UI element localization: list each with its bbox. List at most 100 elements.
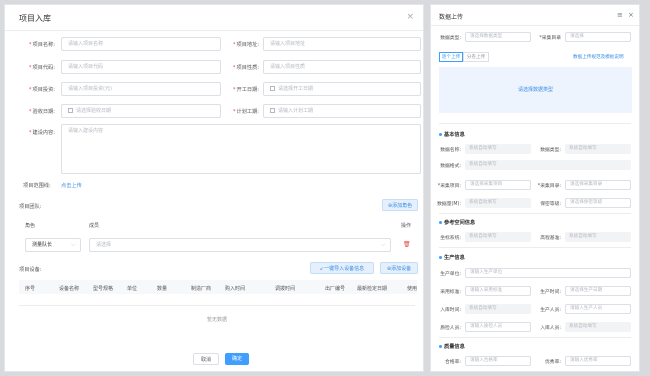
data-format-field: 系统自动填写 bbox=[465, 160, 631, 170]
delete-icon[interactable]: 🗑 bbox=[403, 241, 411, 248]
calendar-icon bbox=[270, 86, 275, 91]
data-type-select[interactable]: 请选择数据类型 bbox=[465, 32, 531, 42]
divider bbox=[439, 337, 631, 338]
divider bbox=[5, 30, 423, 31]
col-check-date: 最新检定日期 bbox=[357, 286, 388, 292]
project-code-input[interactable]: 请输入项目代码 bbox=[61, 60, 221, 74]
project-address-label: *项目地址: bbox=[232, 42, 259, 48]
upload-scope-link[interactable]: 点击上传 bbox=[61, 182, 82, 189]
section-quality: 质量信息 bbox=[439, 343, 465, 350]
section-production: 生产信息 bbox=[439, 254, 465, 261]
pass-rate-input[interactable]: 请输入合格率 bbox=[465, 356, 531, 366]
start-date-label: *开工日期: bbox=[232, 87, 259, 93]
excellent-rate-label: 优秀率: bbox=[544, 360, 561, 365]
prod-person-label: 生产人员: bbox=[540, 308, 561, 313]
col-role: 角色 bbox=[25, 223, 36, 229]
prod-unit-label: 生产单位: bbox=[440, 272, 461, 277]
divider bbox=[431, 25, 639, 26]
dialog-title: 项目入库 bbox=[19, 14, 51, 23]
project-invest-label: *项目投资: bbox=[28, 87, 55, 93]
standard-label: 采用标准: bbox=[440, 290, 461, 295]
project-invest-input[interactable]: 请输入项目投资(元) bbox=[61, 82, 221, 96]
collect-dir-label: *采集目录: bbox=[537, 184, 561, 189]
elev-label: 高程基准: bbox=[540, 236, 561, 241]
plan-period-input[interactable]: 请输入计划工期 bbox=[263, 104, 421, 118]
project-code-label: *项目代码: bbox=[28, 65, 55, 71]
col-model: 型号规格 bbox=[93, 286, 114, 292]
secret-level-select[interactable]: 请选择保密等级 bbox=[565, 198, 631, 208]
col-serial: 出厂编号 bbox=[325, 286, 346, 292]
coord-label: 坐标系统: bbox=[440, 236, 461, 241]
member-select[interactable]: 请选择 ⌵ bbox=[89, 238, 391, 252]
menu-icon[interactable]: ≡ bbox=[617, 11, 623, 19]
prod-person-input[interactable]: 请输入生产人员 bbox=[565, 304, 631, 314]
cancel-button[interactable]: 取消 bbox=[193, 353, 219, 365]
secret-level-label: 保密等级: bbox=[540, 202, 561, 207]
spec-link[interactable]: 数据上传规范及模板说明 bbox=[573, 54, 624, 60]
plan-period-label: *计划工期: bbox=[232, 109, 259, 115]
empty-text: 暂无数据 bbox=[207, 317, 228, 323]
prod-unit-input[interactable]: 请输入生产单位 bbox=[465, 268, 631, 278]
start-date-picker[interactable]: 请选择开工日期 bbox=[263, 82, 421, 96]
role-select[interactable]: 测量队长 ⌵ bbox=[25, 238, 81, 252]
team-label: 项目团队: bbox=[19, 204, 42, 210]
collect-dir-select[interactable]: 请选择采集目录 bbox=[565, 180, 631, 190]
section-basic: 基本信息 bbox=[439, 131, 465, 138]
data-upload-panel: 数据上传 ≡ × 数据类型: 请选择数据类型 *采集目录 请选择 逐个上传 分卷… bbox=[430, 4, 640, 372]
divider bbox=[439, 247, 631, 248]
data-format-label: 数据格式: bbox=[440, 164, 461, 169]
col-use: 使用 bbox=[407, 286, 418, 292]
col-op: 操作 bbox=[401, 223, 412, 229]
excellent-rate-input[interactable]: 请输入优秀率 bbox=[565, 356, 631, 366]
content-label: *建设内容: bbox=[28, 130, 55, 136]
data-kind-field: 系统自动填写 bbox=[565, 144, 631, 154]
qc-person-input[interactable]: 请输入质检人员 bbox=[465, 322, 531, 332]
accept-date-picker[interactable]: 请选择验收日期 bbox=[61, 104, 221, 118]
project-nature-input[interactable]: 请输入项目性质 bbox=[263, 60, 421, 74]
section-reference: 参考空间信息 bbox=[439, 219, 475, 226]
tab-single-upload[interactable]: 逐个上传 bbox=[439, 52, 463, 62]
chevron-down-icon: ⌵ bbox=[71, 242, 75, 248]
chevron-down-icon: ⌵ bbox=[381, 242, 385, 248]
add-equipment-button[interactable]: ⊕添加设备 bbox=[380, 262, 418, 274]
import-equipment-button[interactable]: ↙一键导入设备信息 bbox=[310, 262, 374, 274]
col-name: 设备名称 bbox=[59, 286, 80, 292]
data-size-label: 数据量(M): bbox=[437, 202, 461, 207]
data-size-field: 系统自动填写 bbox=[465, 198, 531, 208]
col-unit: 单位 bbox=[127, 286, 138, 292]
panel-title: 数据上传 bbox=[439, 14, 464, 21]
close-icon[interactable]: × bbox=[628, 11, 634, 19]
in-time-field: 系统自动填写 bbox=[465, 304, 531, 314]
prod-time-picker[interactable]: 请选择生产日期 bbox=[565, 286, 631, 296]
tab-volume-upload[interactable]: 分卷上传 bbox=[463, 52, 489, 62]
collect-project-label: *采集项目: bbox=[437, 184, 461, 189]
divider bbox=[439, 213, 631, 214]
close-icon[interactable]: × bbox=[406, 12, 414, 22]
col-index: 序号 bbox=[25, 286, 36, 292]
equipment-label: 项目设备: bbox=[19, 267, 42, 273]
standard-input[interactable]: 请输入采用标准 bbox=[465, 286, 531, 296]
col-maker: 制造厂商 bbox=[191, 286, 212, 292]
collect-project-select[interactable]: 请选择采集项目 bbox=[465, 180, 531, 190]
data-type-label: 数据类型: bbox=[440, 36, 461, 41]
project-nature-label: *项目性质: bbox=[232, 65, 259, 71]
dir-select[interactable]: 请选择 bbox=[565, 32, 631, 42]
project-name-label: *项目名称: bbox=[28, 42, 55, 48]
divider bbox=[439, 123, 631, 124]
in-person-field: 系统自动填写 bbox=[565, 322, 631, 332]
data-kind-label: 数据类型: bbox=[540, 148, 561, 153]
confirm-button[interactable]: 确定 bbox=[225, 353, 249, 365]
project-name-input[interactable]: 请输入项目名称 bbox=[61, 37, 221, 51]
dir-label: *采集目录 bbox=[539, 36, 561, 41]
add-role-button[interactable]: ⊕添加角色 bbox=[382, 199, 418, 211]
content-textarea[interactable]: 请输入建设内容 bbox=[61, 124, 421, 174]
project-address-input[interactable]: 请输入项目地址 bbox=[263, 37, 421, 51]
col-buy-time: 购入时间 bbox=[225, 286, 246, 292]
data-name-field: 系统自动填写 bbox=[465, 144, 531, 154]
upload-area[interactable]: 请选择数据类型 bbox=[439, 67, 632, 113]
scope-label: 项目范围线: bbox=[23, 183, 51, 189]
calendar-icon bbox=[68, 108, 73, 113]
coord-field: 系统自动填写 bbox=[465, 232, 531, 242]
elev-field: 系统自动填写 bbox=[565, 232, 631, 242]
col-qty: 数量 bbox=[157, 286, 168, 292]
